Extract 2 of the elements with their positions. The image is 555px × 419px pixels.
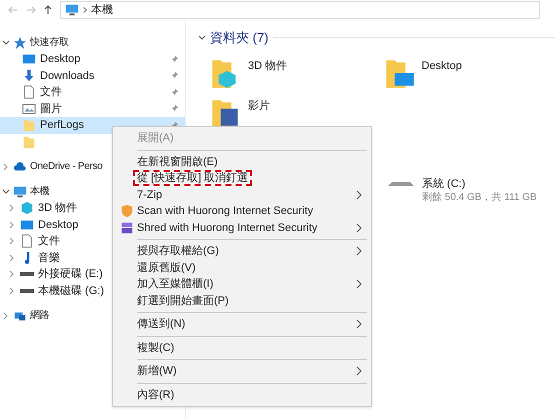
drive-label: 系統 (C:) <box>422 178 466 190</box>
drive-detail: 剩餘 50.4 GB，共 111 GB <box>422 190 537 204</box>
